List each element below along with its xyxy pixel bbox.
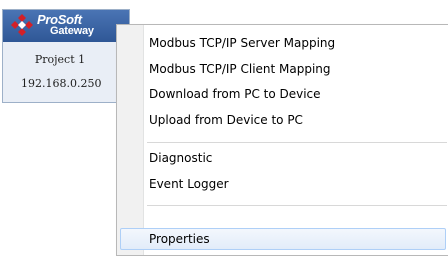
menu-item-diagnostic[interactable]: Diagnostic bbox=[120, 147, 446, 169]
menu-item-client-mapping[interactable]: Modbus TCP/IP Client Mapping bbox=[120, 58, 446, 80]
menu-separator bbox=[147, 205, 447, 206]
menu-item-download-to-device[interactable]: Download from PC to Device bbox=[120, 83, 446, 105]
brand-subtitle: Gateway bbox=[50, 25, 94, 37]
context-menu: Modbus TCP/IP Server Mapping Modbus TCP/… bbox=[116, 24, 448, 256]
menu-item-upload-to-pc[interactable]: Upload from Device to PC bbox=[120, 109, 446, 131]
menu-separator bbox=[147, 142, 447, 143]
menu-item-server-mapping[interactable]: Modbus TCP/IP Server Mapping bbox=[120, 32, 446, 54]
device-card[interactable]: ProSoft Gateway Project 1 192.168.0.250 bbox=[2, 9, 130, 103]
menu-item-event-logger[interactable]: Event Logger bbox=[120, 173, 446, 195]
device-card-header: ProSoft Gateway bbox=[3, 10, 129, 42]
device-ip-address: 192.168.0.250 bbox=[21, 77, 102, 90]
prosoft-logo-icon bbox=[11, 14, 33, 36]
menu-item-properties[interactable]: Properties bbox=[120, 228, 446, 250]
project-name: Project 1 bbox=[34, 53, 86, 66]
